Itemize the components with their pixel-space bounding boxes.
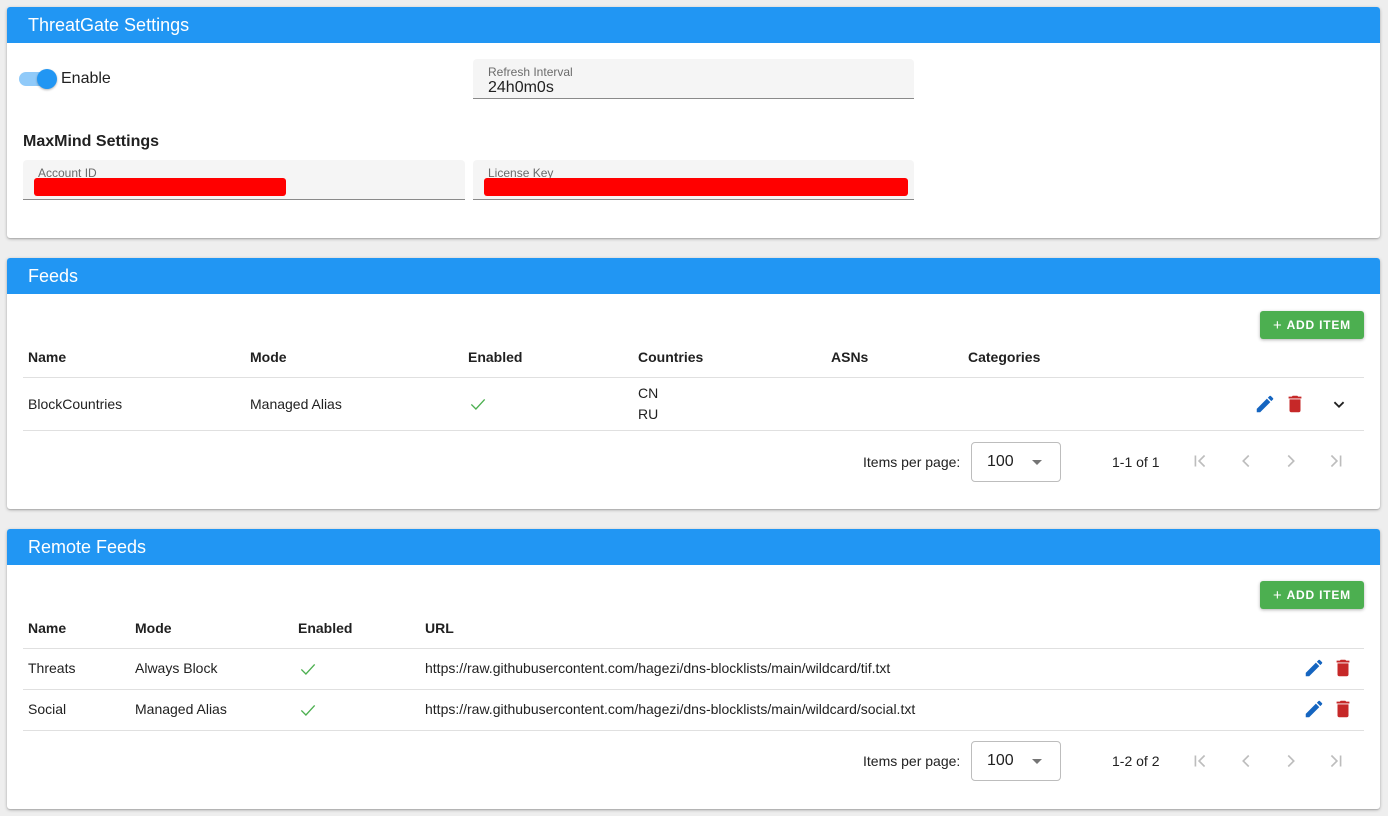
enable-toggle[interactable] (19, 69, 59, 89)
divider (23, 430, 1364, 431)
pencil-icon[interactable] (1254, 393, 1276, 415)
divider (23, 730, 1364, 731)
feeds-add-item-button[interactable]: + ADD ITEM (1260, 311, 1364, 339)
previous-page-icon[interactable] (1235, 450, 1257, 472)
remote-feeds-card: Remote Feeds + ADD ITEM Name Mode Enable… (7, 529, 1380, 809)
page-range: 1-2 of 2 (1112, 753, 1160, 769)
first-page-icon[interactable] (1189, 750, 1211, 772)
remote-feed-mode: Managed Alias (135, 701, 227, 717)
dropdown-caret-icon (1032, 460, 1042, 465)
remote-col-mode[interactable]: Mode (135, 620, 172, 636)
last-page-icon[interactable] (1325, 450, 1347, 472)
refresh-interval-value: 24h0m0s (488, 79, 554, 96)
page-range: 1-1 of 1 (1112, 454, 1160, 470)
first-page-icon[interactable] (1189, 450, 1211, 472)
feed-country: CN (638, 385, 659, 401)
pencil-icon[interactable] (1303, 698, 1325, 720)
last-page-icon[interactable] (1325, 750, 1347, 772)
remote-feed-url: https://raw.githubusercontent.com/hagezi… (425, 660, 891, 676)
feeds-col-countries[interactable]: Countries (638, 349, 703, 365)
remote-feeds-add-item-label: ADD ITEM (1286, 588, 1351, 602)
trash-icon[interactable] (1332, 657, 1354, 679)
trash-icon[interactable] (1284, 393, 1306, 415)
feeds-card: Feeds + ADD ITEM Name Mode Enabled Count… (7, 258, 1380, 509)
divider (23, 648, 1364, 649)
refresh-interval-field[interactable]: Refresh Interval 24h0m0s (473, 59, 914, 99)
next-page-icon[interactable] (1280, 750, 1302, 772)
divider (23, 689, 1364, 690)
feeds-col-categories[interactable]: Categories (968, 349, 1040, 365)
remote-feeds-title: Remote Feeds (7, 529, 1380, 565)
remote-feed-name: Threats (28, 660, 76, 676)
threatgate-settings-card: ThreatGate Settings Enable Refresh Inter… (7, 7, 1380, 238)
dropdown-caret-icon (1032, 759, 1042, 764)
pencil-icon[interactable] (1303, 657, 1325, 679)
remote-col-url[interactable]: URL (425, 620, 454, 636)
items-per-page-select[interactable]: 100 (971, 442, 1061, 482)
feed-mode: Managed Alias (250, 396, 342, 412)
remote-feed-url: https://raw.githubusercontent.com/hagezi… (425, 701, 916, 717)
feeds-col-asns[interactable]: ASNs (831, 349, 868, 365)
maxmind-settings-title: MaxMind Settings (23, 133, 160, 150)
feeds-col-name[interactable]: Name (28, 349, 66, 365)
check-icon (470, 398, 486, 410)
previous-page-icon[interactable] (1235, 750, 1257, 772)
divider (23, 377, 1364, 378)
plus-icon: + (1273, 316, 1283, 334)
feeds-add-item-label: ADD ITEM (1286, 318, 1351, 332)
remote-feed-mode: Always Block (135, 660, 218, 676)
check-icon (300, 663, 316, 675)
feeds-title: Feeds (7, 258, 1380, 294)
items-per-page-label: Items per page: (863, 454, 961, 470)
remote-feed-name: Social (28, 701, 67, 717)
threatgate-settings-title: ThreatGate Settings (7, 7, 1380, 43)
refresh-interval-label: Refresh Interval (488, 65, 573, 79)
chevron-down-icon[interactable] (1328, 393, 1350, 415)
redacted-account-id (34, 178, 286, 196)
next-page-icon[interactable] (1280, 450, 1302, 472)
check-icon (300, 704, 316, 716)
feed-country: RU (638, 406, 659, 422)
remote-feeds-add-item-button[interactable]: + ADD ITEM (1260, 581, 1364, 609)
items-per-page-select[interactable]: 100 (971, 741, 1061, 781)
toggle-thumb (37, 69, 57, 89)
items-per-page-value: 100 (987, 453, 1014, 470)
feeds-col-mode[interactable]: Mode (250, 349, 287, 365)
trash-icon[interactable] (1332, 698, 1354, 720)
feed-name: BlockCountries (28, 396, 123, 412)
account-id-field[interactable]: Account ID (23, 160, 465, 200)
feeds-col-enabled[interactable]: Enabled (468, 349, 522, 365)
remote-col-enabled[interactable]: Enabled (298, 620, 352, 636)
items-per-page-value: 100 (987, 752, 1014, 769)
license-key-field[interactable]: License Key (473, 160, 914, 200)
redacted-license-key (484, 178, 908, 196)
plus-icon: + (1273, 586, 1283, 604)
items-per-page-label: Items per page: (863, 753, 961, 769)
enable-label: Enable (61, 70, 111, 87)
remote-col-name[interactable]: Name (28, 620, 66, 636)
